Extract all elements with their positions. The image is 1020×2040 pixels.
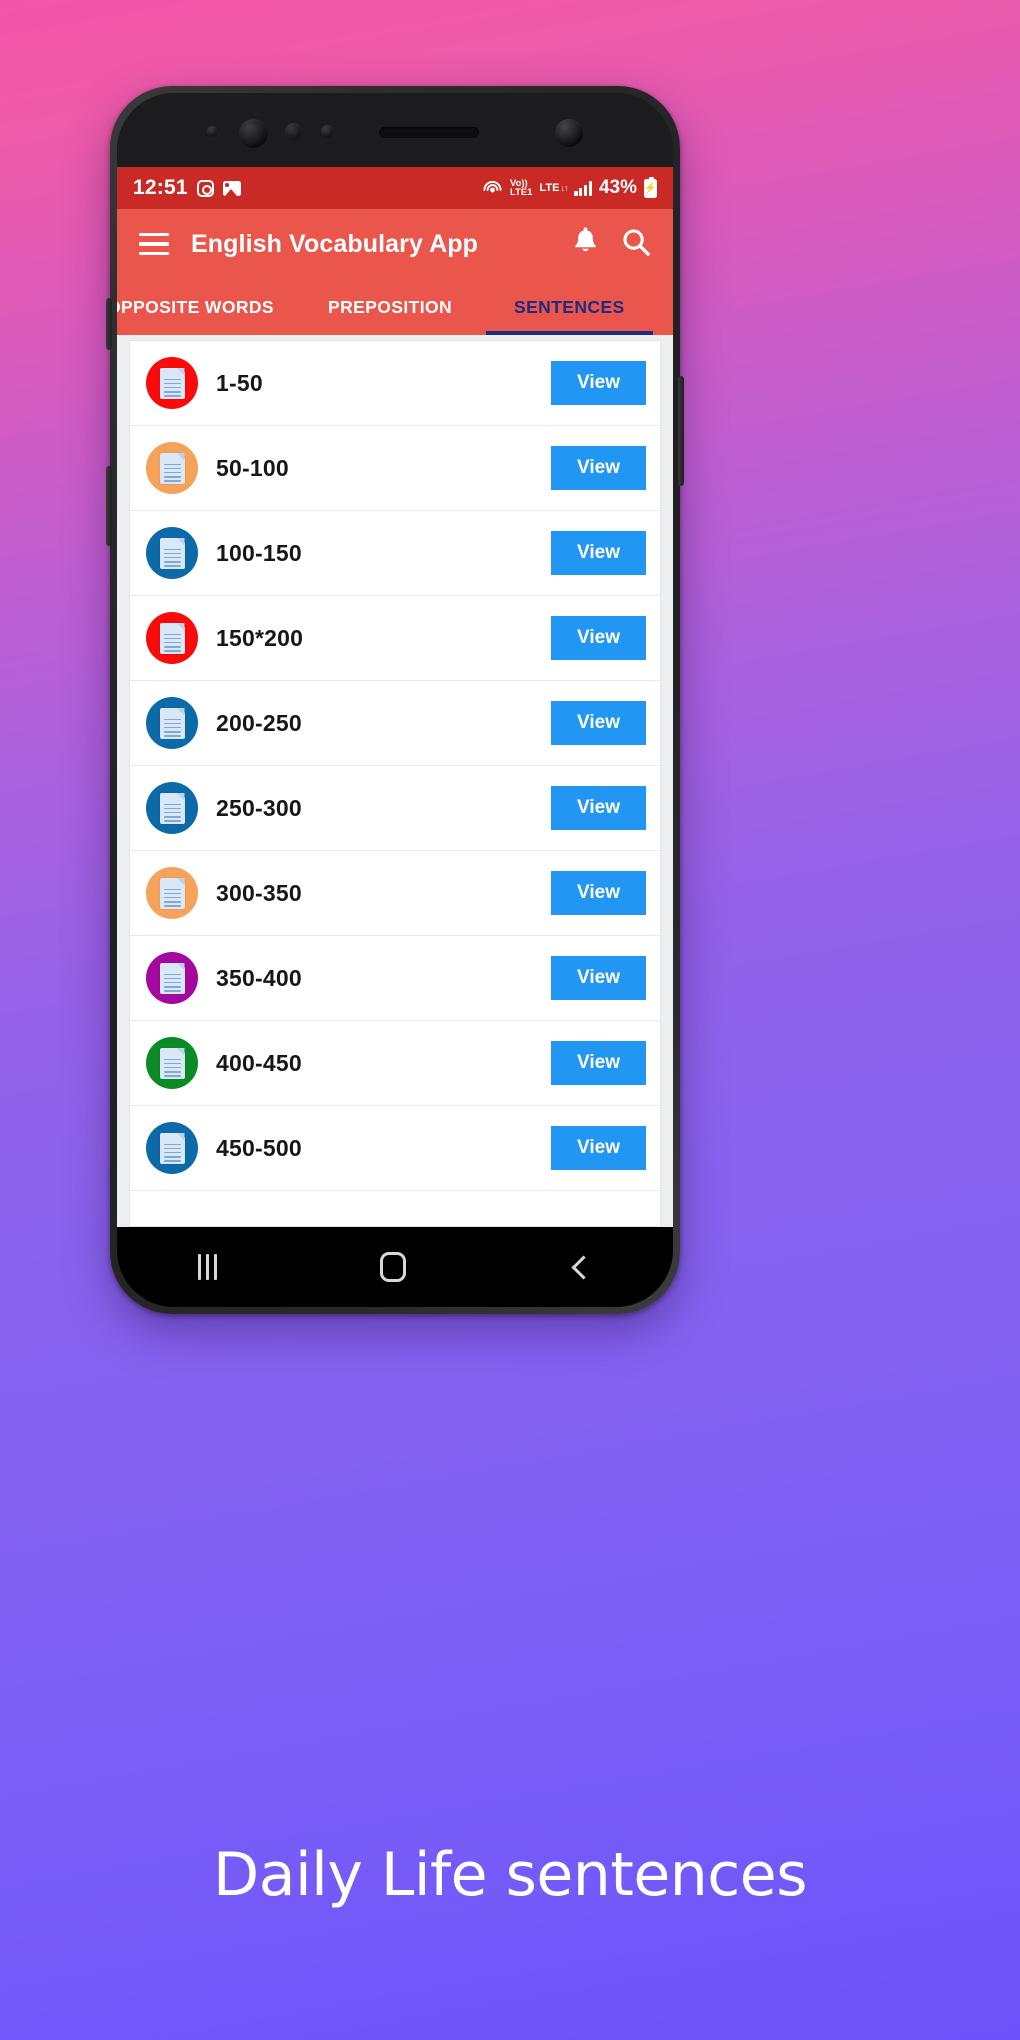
tab-label: PREPOSITION	[328, 296, 453, 317]
secondary-camera-icon	[555, 119, 583, 147]
tab-bar: OPPOSITE WORDS PREPOSITION SENTENCES	[117, 279, 673, 335]
row-label: 450-500	[216, 1134, 302, 1161]
android-navigation-bar	[117, 1227, 673, 1307]
row-label: 50-100	[216, 454, 289, 481]
row-label: 300-350	[216, 879, 302, 906]
sentences-list-card: 1-50 View 50-100 View 100-150 View 150*2…	[129, 340, 661, 1227]
wifi-calling-icon	[482, 179, 503, 197]
row-label: 100-150	[216, 539, 302, 566]
row-label: 250-300	[216, 794, 302, 821]
sensor-icon	[207, 126, 218, 137]
document-icon	[146, 357, 198, 409]
phone-frame: 12:51 Vo)) LTE1 LTE ↓↑ 43% ⚡ English Voc…	[106, 86, 684, 1314]
document-icon	[146, 1037, 198, 1089]
phone-top-bezel	[117, 93, 673, 167]
document-icon	[146, 442, 198, 494]
promo-caption: Daily Life sentences	[213, 1840, 807, 1910]
volume-down-button[interactable]	[106, 466, 112, 546]
page-title: English Vocabulary App	[191, 229, 478, 258]
tab-label: SENTENCES	[514, 296, 625, 317]
search-icon[interactable]	[621, 227, 651, 262]
row-label: 200-250	[216, 709, 302, 736]
document-icon	[146, 952, 198, 1004]
bell-icon[interactable]	[572, 227, 599, 261]
view-button[interactable]: View	[551, 871, 646, 915]
battery-percent-label: 43%	[598, 177, 637, 198]
table-row[interactable]: 150*200 View	[130, 596, 660, 681]
recents-icon[interactable]	[198, 1254, 218, 1280]
network-type-indicator: LTE ↓↑	[539, 181, 568, 194]
status-time: 12:51	[133, 176, 188, 199]
document-icon	[146, 1122, 198, 1174]
volume-up-button[interactable]	[106, 298, 112, 350]
gallery-icon	[222, 180, 241, 196]
tab-label: OPPOSITE WORDS	[117, 296, 275, 317]
view-button[interactable]: View	[551, 701, 646, 745]
back-icon[interactable]	[571, 1254, 596, 1280]
row-label: 400-450	[216, 1049, 302, 1076]
view-button[interactable]: View	[551, 1126, 646, 1170]
row-label: 1-50	[216, 369, 263, 396]
volte-line-2: LTE1	[509, 187, 533, 198]
view-button[interactable]: View	[551, 1041, 646, 1085]
volte-indicator: Vo)) LTE1	[509, 178, 533, 198]
tab-sentences[interactable]: SENTENCES	[486, 279, 653, 335]
light-sensor-icon	[321, 125, 334, 138]
home-icon[interactable]	[379, 1252, 406, 1282]
app-bar: English Vocabulary App	[117, 209, 673, 279]
table-row[interactable]: 400-450 View	[130, 1021, 660, 1106]
status-bar-left: 12:51	[133, 176, 241, 200]
document-icon	[146, 527, 198, 579]
view-button[interactable]: View	[551, 446, 646, 490]
power-button[interactable]	[678, 376, 684, 486]
table-row[interactable]: 1-50 View	[130, 341, 660, 426]
tab-preposition[interactable]: PREPOSITION	[294, 279, 486, 335]
table-row[interactable]: 450-500 View	[130, 1106, 660, 1191]
data-transfer-arrows: ↓↑	[560, 182, 568, 193]
phone-screen-area: 12:51 Vo)) LTE1 LTE ↓↑ 43% ⚡ English Voc…	[117, 93, 673, 1307]
document-icon	[146, 612, 198, 664]
tab-opposite-words[interactable]: OPPOSITE WORDS	[117, 279, 294, 335]
front-camera-icon	[239, 119, 268, 148]
hamburger-menu-icon[interactable]	[139, 233, 169, 255]
table-row[interactable]: 250-300 View	[130, 766, 660, 851]
status-bar-right: Vo)) LTE1 LTE ↓↑ 43% ⚡	[482, 176, 657, 199]
signal-strength-icon	[574, 180, 592, 196]
network-label: LTE	[539, 181, 560, 194]
table-row[interactable]: 100-150 View	[130, 511, 660, 596]
app-bar-actions	[572, 227, 651, 262]
proximity-sensor-icon	[285, 123, 302, 140]
document-icon	[146, 697, 198, 749]
status-bar: 12:51 Vo)) LTE1 LTE ↓↑ 43% ⚡	[117, 167, 673, 209]
earpiece-speaker	[379, 127, 479, 138]
view-button[interactable]: View	[551, 361, 646, 405]
view-button[interactable]: View	[551, 616, 646, 660]
document-icon	[146, 867, 198, 919]
sentences-list-container[interactable]: 1-50 View 50-100 View 100-150 View 150*2…	[117, 335, 673, 1227]
table-row[interactable]: 300-350 View	[130, 851, 660, 936]
instagram-icon	[196, 179, 214, 197]
table-row[interactable]: 50-100 View	[130, 426, 660, 511]
view-button[interactable]: View	[551, 531, 646, 575]
view-button[interactable]: View	[551, 956, 646, 1000]
battery-charging-icon: ⚡	[644, 176, 657, 198]
row-label: 350-400	[216, 964, 302, 991]
row-label: 150*200	[216, 624, 304, 651]
document-icon	[146, 782, 198, 834]
app-screen: 12:51 Vo)) LTE1 LTE ↓↑ 43% ⚡ English Voc…	[117, 167, 673, 1227]
view-button[interactable]: View	[551, 786, 646, 830]
table-row[interactable]: 200-250 View	[130, 681, 660, 766]
table-row[interactable]: 350-400 View	[130, 936, 660, 1021]
